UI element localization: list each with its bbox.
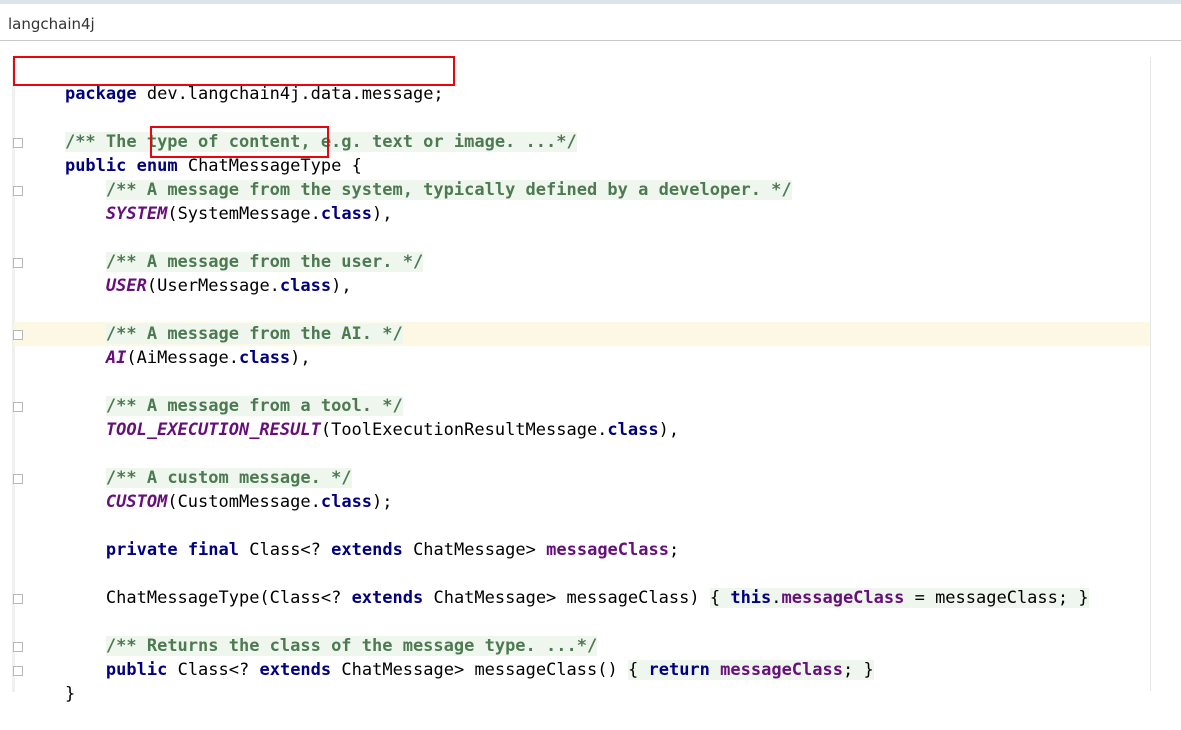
tool-args: (ToolExecutionResultMessage. bbox=[320, 420, 608, 440]
constructor-param: ChatMessage> messageClass) bbox=[433, 588, 700, 608]
brace-close: } bbox=[1078, 588, 1089, 608]
chat-message-type: ChatMessage> bbox=[413, 540, 536, 560]
code-line-ai: AI(AiMessage.class), bbox=[24, 322, 311, 368]
final-keyword: final bbox=[187, 540, 239, 560]
custom-constant: CUSTOM bbox=[105, 492, 168, 512]
message-class-field: messageClass bbox=[781, 588, 905, 608]
closing-brace: } bbox=[64, 684, 76, 704]
method-signature: ChatMessage> messageClass() bbox=[341, 660, 618, 680]
custom-args: (CustomMessage. bbox=[167, 492, 321, 512]
class-keyword: class bbox=[279, 276, 332, 296]
code-line-system-doc: /** A message from the system, typically… bbox=[13, 154, 792, 200]
class-keyword: class bbox=[238, 348, 291, 368]
args-close: ), bbox=[658, 420, 680, 440]
args-close: ), bbox=[290, 348, 311, 368]
fold-expand-icon[interactable] bbox=[13, 138, 23, 148]
code-line-system: SYSTEM(SystemMessage.class), bbox=[24, 178, 393, 224]
constructor-name: ChatMessageType(Class<? bbox=[105, 588, 342, 608]
message-class-field: messageClass bbox=[546, 540, 669, 560]
package-keyword: package bbox=[64, 84, 137, 104]
user-constant: USER bbox=[105, 276, 147, 296]
fold-collapse-icon[interactable] bbox=[13, 330, 23, 340]
code-line-ai-doc: /** A message from the AI. */ bbox=[13, 298, 403, 344]
assignment: = messageClass; bbox=[904, 588, 1069, 608]
class-type: Class<? bbox=[177, 660, 250, 680]
fold-expand-icon[interactable] bbox=[13, 642, 23, 652]
code-line-method: public Class<? extends ChatMessage> mess… bbox=[13, 634, 874, 680]
code-line-returns-doc: /** Returns the class of the message typ… bbox=[13, 610, 598, 656]
fold-collapse-icon[interactable] bbox=[13, 258, 23, 268]
extends-keyword: extends bbox=[331, 540, 403, 560]
message-class-field: messageClass bbox=[720, 660, 843, 680]
args-close: ), bbox=[372, 204, 393, 224]
brace-open: { bbox=[627, 660, 639, 680]
semicolon: ; bbox=[842, 660, 854, 680]
annotation-box-package bbox=[13, 56, 455, 86]
return-keyword: return bbox=[648, 660, 710, 680]
args-close: ); bbox=[372, 492, 393, 512]
code-line-custom: CUSTOM(CustomMessage.class); bbox=[24, 466, 393, 512]
annotation-box-enum-name bbox=[150, 126, 329, 158]
fold-collapse-icon[interactable] bbox=[13, 186, 23, 196]
semicolon: ; bbox=[668, 540, 680, 560]
class-keyword: class bbox=[320, 492, 373, 512]
right-margin-guide bbox=[1150, 57, 1151, 691]
window-title: langchain4j bbox=[8, 15, 95, 33]
code-line-field: private final Class<? extends ChatMessag… bbox=[24, 514, 679, 560]
fold-collapse-icon[interactable] bbox=[13, 474, 23, 484]
system-constant: SYSTEM bbox=[105, 204, 168, 224]
class-type: Class<? bbox=[249, 540, 321, 560]
this-keyword: this bbox=[730, 588, 772, 608]
fold-expand-icon[interactable] bbox=[13, 666, 23, 676]
ai-args: (AiMessage. bbox=[126, 348, 239, 368]
extends-keyword: extends bbox=[351, 588, 424, 608]
code-line-user: USER(UserMessage.class), bbox=[24, 250, 352, 296]
code-line-tool: TOOL_EXECUTION_RESULT(ToolExecutionResul… bbox=[24, 394, 679, 440]
args-close: ), bbox=[331, 276, 352, 296]
code-line-closing: } bbox=[24, 658, 75, 704]
class-keyword: class bbox=[320, 204, 373, 224]
system-args: (SystemMessage. bbox=[167, 204, 321, 224]
public-keyword: public bbox=[105, 660, 168, 680]
fold-expand-icon[interactable] bbox=[13, 594, 23, 604]
editor-tab-bar: langchain4j bbox=[0, 4, 1181, 41]
brace-open: { bbox=[709, 588, 721, 608]
code-line-custom-doc: /** A custom message. */ bbox=[13, 442, 352, 488]
tool-constant: TOOL_EXECUTION_RESULT bbox=[105, 420, 321, 440]
private-keyword: private bbox=[105, 540, 178, 560]
fold-collapse-icon[interactable] bbox=[13, 402, 23, 412]
code-line-constructor: ChatMessageType(Class<? extends ChatMess… bbox=[13, 562, 1089, 608]
dot: . bbox=[771, 588, 782, 608]
package-name: dev.langchain4j.data.message; bbox=[146, 84, 444, 104]
code-line-tool-doc: /** A message from a tool. */ bbox=[13, 370, 403, 416]
ai-constant: AI bbox=[105, 348, 127, 368]
class-keyword: class bbox=[607, 420, 659, 440]
code-line-user-doc: /** A message from the user. */ bbox=[13, 226, 424, 272]
extends-keyword: extends bbox=[259, 660, 332, 680]
user-args: (UserMessage. bbox=[146, 276, 280, 296]
brace-close: } bbox=[863, 660, 874, 680]
